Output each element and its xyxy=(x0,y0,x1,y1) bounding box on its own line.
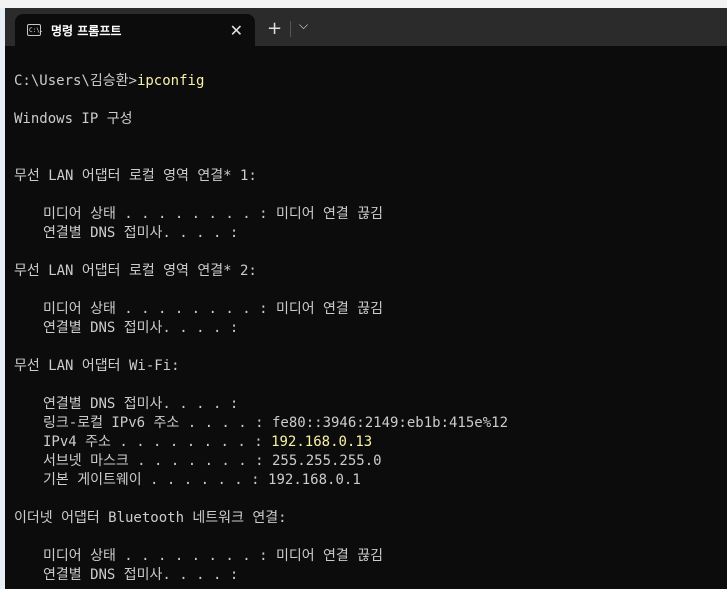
tab-command-prompt[interactable]: C:\. 명령 프롬프트 ✕ xyxy=(15,14,255,46)
wifi-ipv4-line: IPv4 주소 . . . . . . . . : 192.168.0.13 xyxy=(43,433,372,451)
subnet-value: 255.255.255.0 xyxy=(272,453,382,469)
wifi-subnet-line: 서브넷 마스크 . . . . . . . : 255.255.255.0 xyxy=(43,452,382,470)
wifi-title: 무선 LAN 어댑터 Wi-Fi: xyxy=(14,358,180,374)
adapter1-title: 무선 LAN 어댑터 로컬 영역 연결* 1: xyxy=(14,168,257,184)
chevron-down-icon[interactable]: ⌵ xyxy=(299,18,308,33)
wifi-ipv6-line: 링크-로컬 IPv6 주소 . . . . : fe80::3946:2149:… xyxy=(43,414,508,432)
title-bar[interactable]: C:\. 명령 프롬프트 ✕ + ⌵ xyxy=(5,8,727,46)
tab-divider xyxy=(290,21,291,37)
adapter2-title: 무선 LAN 어댑터 로컬 영역 연결* 2: xyxy=(14,263,257,279)
wifi-gateway-line: 기본 게이트웨이 . . . . . . : 192.168.0.1 xyxy=(43,471,361,489)
gateway-label: 기본 게이트웨이 . . . . . . : xyxy=(43,472,269,488)
ipv6-value: fe80::3946:2149:eb1b:415e%12 xyxy=(272,415,509,431)
wifi-dns-suffix: 연결별 DNS 접미사. . . . : xyxy=(43,396,239,412)
subnet-label: 서브넷 마스크 . . . . . . . : xyxy=(43,453,272,469)
ipv6-label: 링크-로컬 IPv6 주소 . . . . : xyxy=(43,415,272,431)
adapter1-dns-suffix: 연결별 DNS 접미사. . . . : xyxy=(43,225,239,241)
ipv4-label: IPv4 주소 . . . . . . . . : xyxy=(43,434,272,450)
adapter1-media-state: 미디어 상태 . . . . . . . . : 미디어 연결 끊김 xyxy=(43,206,383,222)
ipv4-value: 192.168.0.13 xyxy=(271,434,373,450)
bluetooth-media-state: 미디어 상태 . . . . . . . . : 미디어 연결 끊김 xyxy=(43,548,383,564)
prompt: C:\Users\김승환> xyxy=(14,73,137,89)
terminal-icon: C:\. xyxy=(27,24,43,36)
terminal-window: C:\. 명령 프롬프트 ✕ + ⌵ C:\Users\김승환>ipconfig… xyxy=(0,0,727,589)
command-text: ipconfig xyxy=(136,73,205,89)
console-output[interactable]: C:\Users\김승환>ipconfig Windows IP 구성 무선 L… xyxy=(5,46,727,589)
adapter2-dns-suffix: 연결별 DNS 접미사. . . . : xyxy=(43,320,239,336)
tab-title: 명령 프롬프트 xyxy=(51,23,122,38)
ipconfig-header: Windows IP 구성 xyxy=(14,111,133,127)
close-icon[interactable]: ✕ xyxy=(230,21,243,40)
new-tab-button[interactable]: + xyxy=(267,20,282,38)
background-window-strip xyxy=(0,0,727,8)
gateway-value: 192.168.0.1 xyxy=(268,472,361,488)
bluetooth-title: 이더넷 어댑터 Bluetooth 네트워크 연결: xyxy=(14,510,287,526)
adapter2-media-state: 미디어 상태 . . . . . . . . : 미디어 연결 끊김 xyxy=(43,301,383,317)
bluetooth-dns-suffix: 연결별 DNS 접미사. . . . : xyxy=(43,567,239,583)
prompt-line: C:\Users\김승환>ipconfig xyxy=(14,72,204,90)
